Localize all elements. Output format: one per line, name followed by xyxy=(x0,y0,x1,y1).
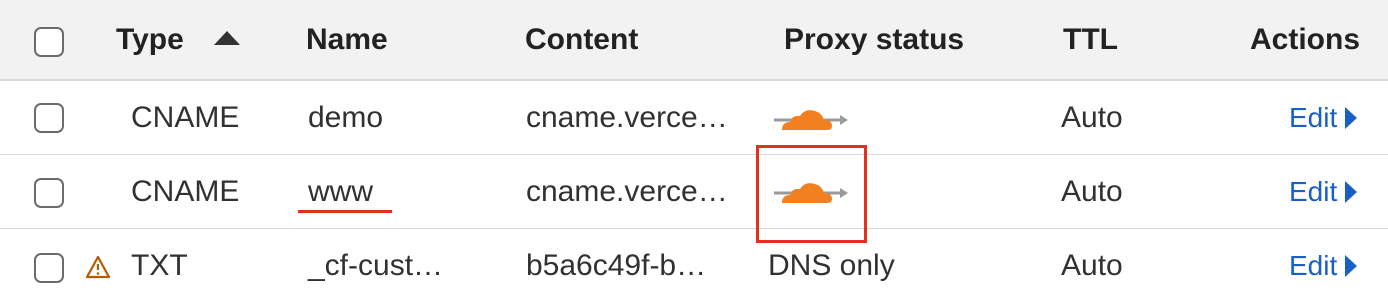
row-checkbox[interactable] xyxy=(34,178,64,208)
record-content[interactable]: cname.verce… xyxy=(526,155,728,228)
caret-right-icon xyxy=(1345,180,1358,203)
edit-button[interactable]: Edit xyxy=(1289,155,1358,228)
record-type: TXT xyxy=(131,249,188,282)
annotation-underline xyxy=(298,210,392,213)
column-header-ttl: TTL xyxy=(1063,0,1118,79)
column-header-ttl-label: TTL xyxy=(1063,22,1118,56)
edit-label: Edit xyxy=(1289,101,1338,133)
record-ttl: Auto xyxy=(1061,174,1123,208)
column-header-proxy-status-label: Proxy status xyxy=(784,22,965,56)
row-checkbox[interactable] xyxy=(34,253,64,283)
record-type: CNAME xyxy=(131,174,240,208)
record-type: CNAME xyxy=(131,100,240,134)
dns-records-table: Type Name Content Proxy status TTL Actio… xyxy=(0,0,1388,302)
caret-right-icon xyxy=(1345,106,1358,129)
record-name[interactable]: www xyxy=(308,155,373,228)
table-row: CNAME www cname.verce… Auto Edit xyxy=(0,155,1388,229)
edit-button[interactable]: Edit xyxy=(1289,229,1358,303)
record-name[interactable]: demo xyxy=(308,81,383,154)
caret-right-icon xyxy=(1345,255,1358,277)
record-content[interactable]: cname.verce… xyxy=(526,81,728,154)
edit-label: Edit xyxy=(1289,250,1338,281)
record-name[interactable]: _cf-cust… xyxy=(308,229,443,303)
column-header-type-label: Type xyxy=(116,22,184,56)
record-ttl: Auto xyxy=(1061,249,1123,282)
row-checkbox[interactable] xyxy=(34,103,64,133)
edit-button[interactable]: Edit xyxy=(1289,81,1358,154)
column-header-type[interactable]: Type xyxy=(116,0,240,79)
column-header-actions-label: Actions xyxy=(1250,22,1361,56)
column-header-content-label: Content xyxy=(525,22,639,56)
warning-triangle-icon xyxy=(85,255,111,279)
record-ttl: Auto xyxy=(1061,100,1123,134)
orange-cloud-icon xyxy=(772,105,852,135)
column-header-actions: Actions xyxy=(1250,0,1360,79)
column-header-proxy-status: Proxy status xyxy=(784,0,964,79)
sort-ascending-icon[interactable] xyxy=(213,30,240,45)
table-row: TXT _cf-cust… b5a6c49f-b… DNS only Auto … xyxy=(0,229,1388,303)
column-header-content: Content xyxy=(525,0,638,79)
column-header-name: Name xyxy=(306,0,388,79)
table-row: CNAME demo cname.verce… Auto Edit xyxy=(0,81,1388,155)
select-all-checkbox[interactable] xyxy=(34,27,64,57)
table-header: Type Name Content Proxy status TTL Actio… xyxy=(0,0,1388,81)
edit-label: Edit xyxy=(1289,175,1338,207)
column-header-name-label: Name xyxy=(306,22,388,56)
annotation-highlight-box xyxy=(756,145,867,243)
record-content[interactable]: b5a6c49f-b… xyxy=(526,229,706,303)
